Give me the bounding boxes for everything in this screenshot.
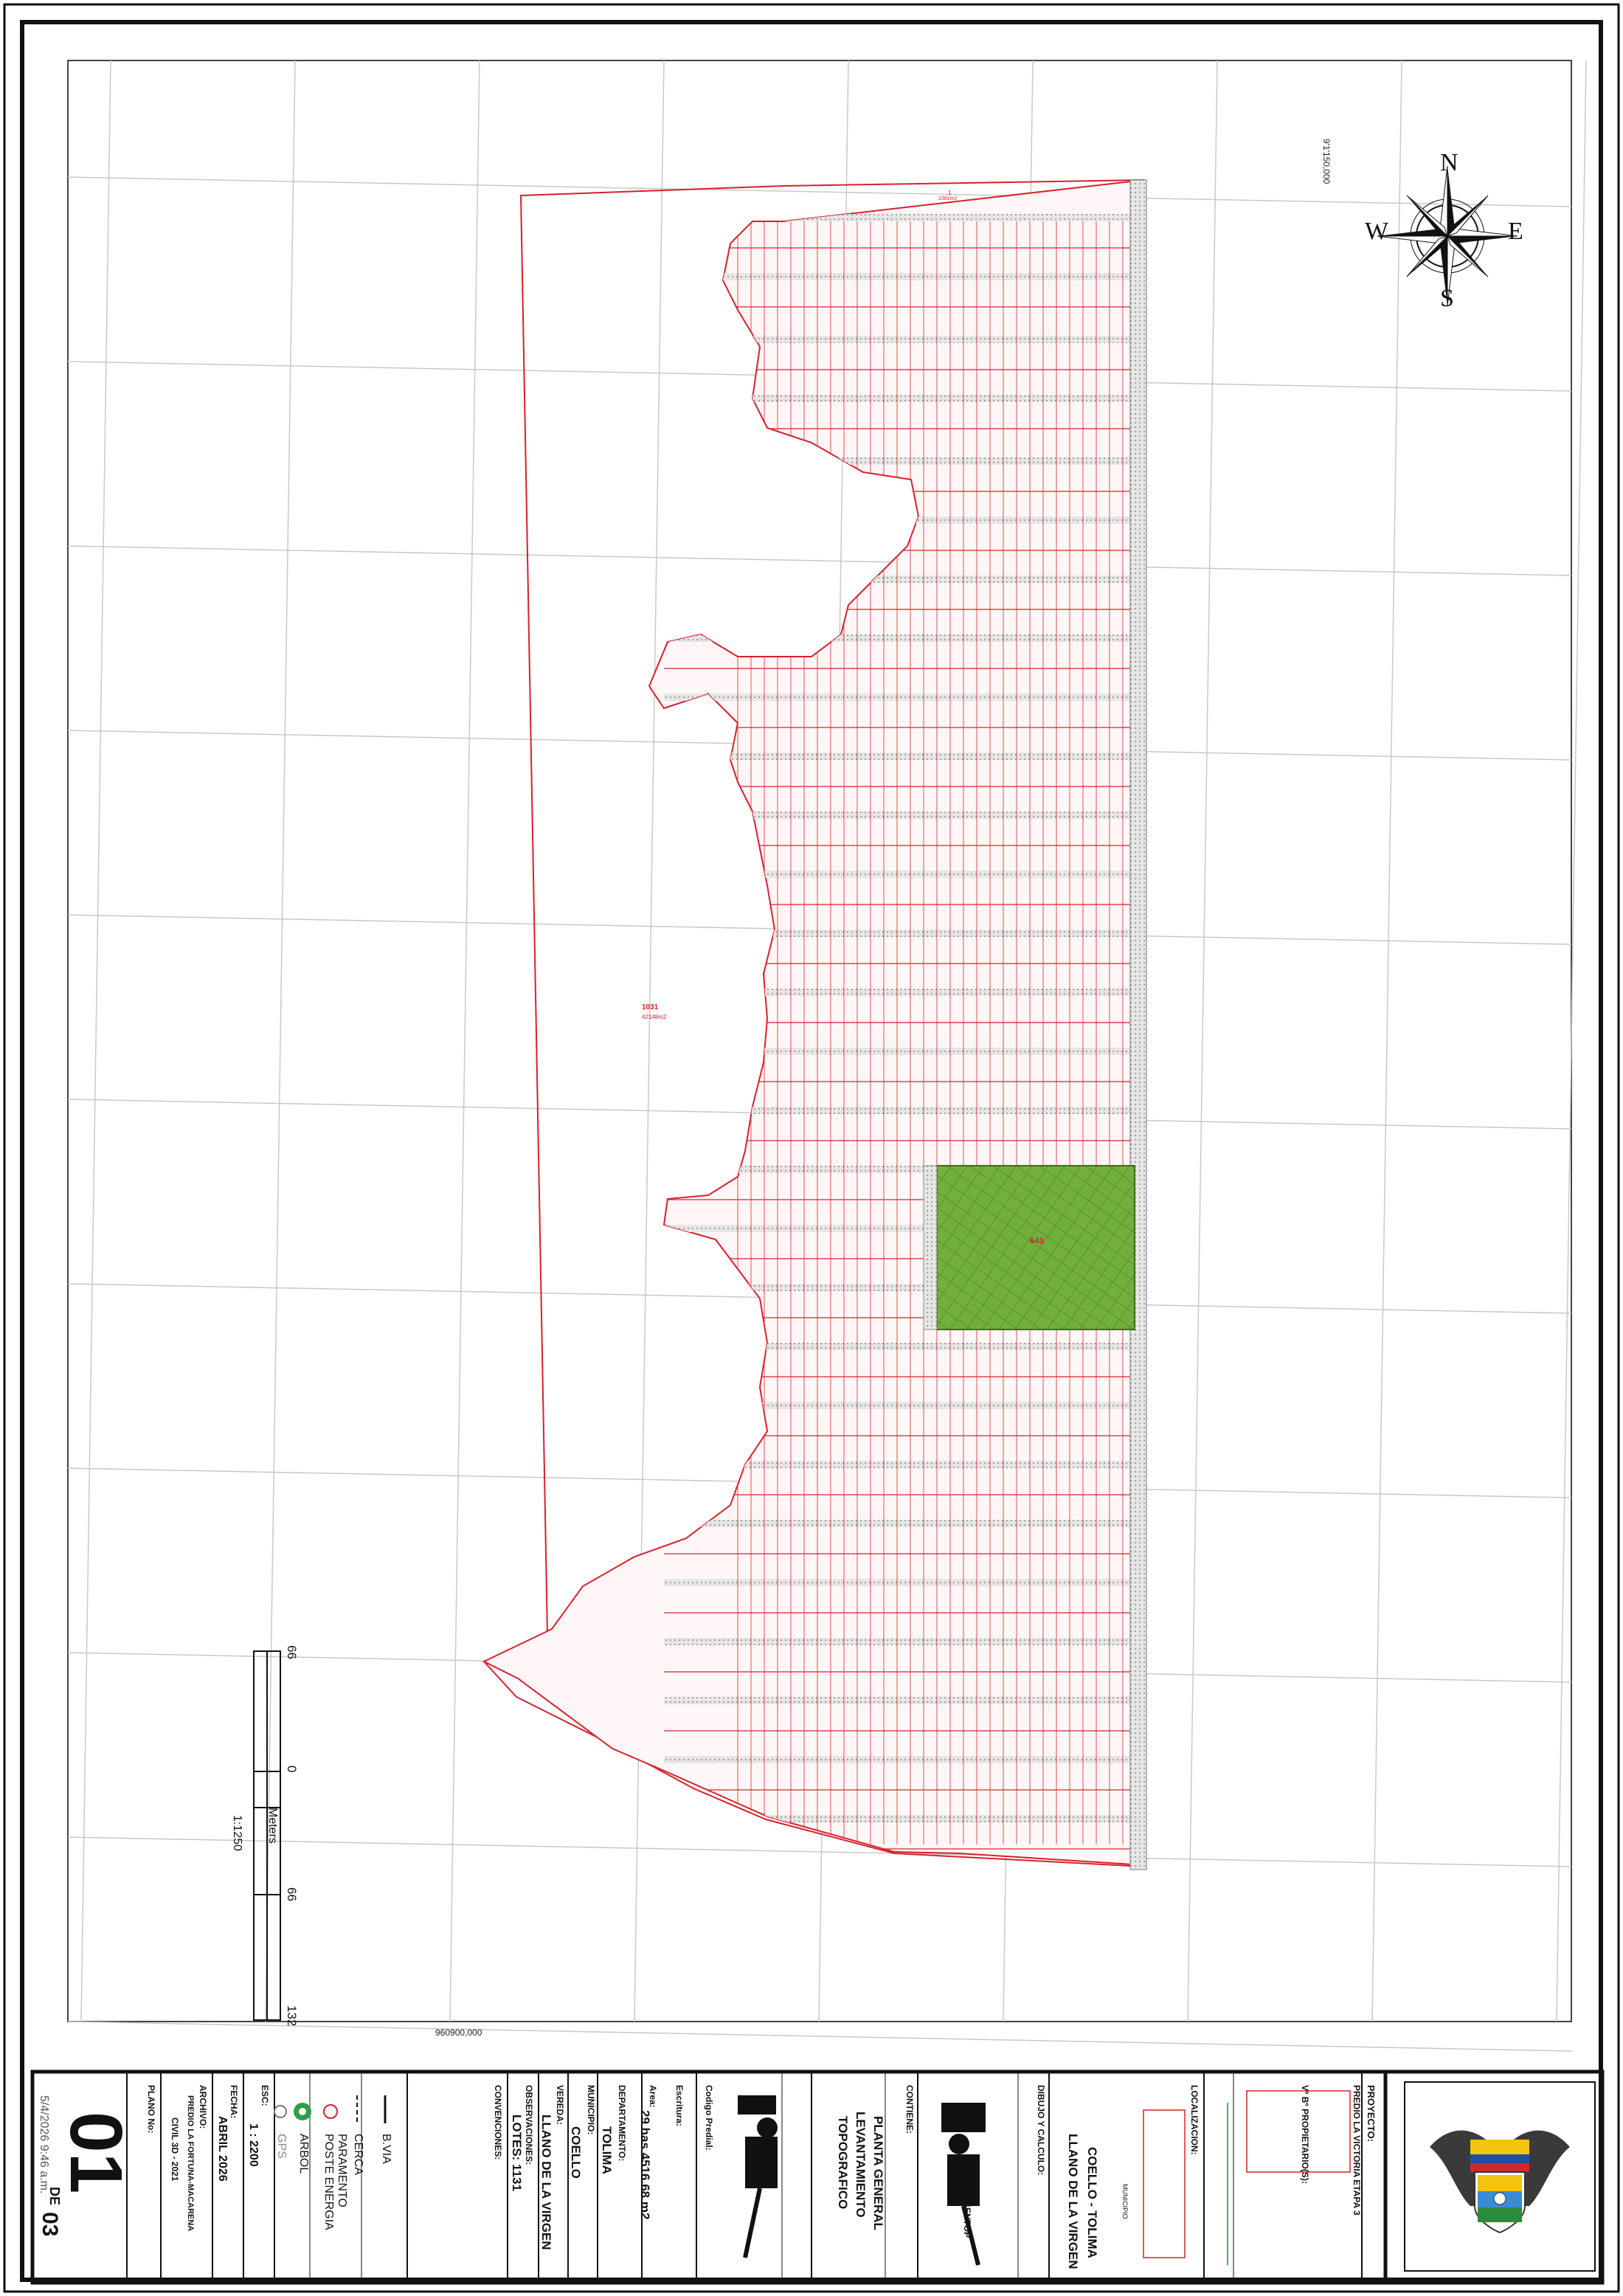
proyecto-label: PROYECTO: bbox=[1366, 2085, 1377, 2143]
legend-symbols bbox=[274, 2095, 387, 2123]
municipio-tag: MUNICIPIO bbox=[1121, 2184, 1129, 2219]
side-road bbox=[1129, 179, 1147, 1870]
top-lot-number: 1 bbox=[948, 190, 952, 196]
codigo-label: Codigo Predial: bbox=[704, 2085, 714, 2151]
large-lot-number: 1031 bbox=[642, 1003, 659, 1012]
observaciones-value: LOTES: 1131 bbox=[510, 2115, 524, 2191]
large-lot-area: 42148m2 bbox=[642, 1014, 667, 1020]
contiene-value-1: PLANTA GENERAL bbox=[871, 2116, 885, 2230]
localizacion-value-1: COELLO - TOLIMA bbox=[1085, 2147, 1099, 2258]
fecha-label: FECHA: bbox=[229, 2085, 239, 2119]
area-label: Area: bbox=[648, 2085, 658, 2108]
escritura-label: Escritura: bbox=[674, 2085, 685, 2127]
legend-poste: POSTE ENERGIA bbox=[322, 2134, 335, 2230]
proyecto-value: PREDIO LA VICTORIA ETAPA 3 bbox=[1352, 2085, 1362, 2216]
compass-south: S bbox=[1440, 285, 1454, 312]
park-road bbox=[923, 1165, 938, 1330]
surveyor-figure-1 bbox=[738, 2095, 778, 2258]
departamento-value: TOLIMA bbox=[600, 2126, 614, 2174]
park-lot bbox=[936, 1165, 1135, 1330]
legend-arbol: ARBOL bbox=[297, 2134, 310, 2174]
dibujo-value: DISENTOP bbox=[962, 2193, 972, 2238]
plano-number: 01 bbox=[55, 2112, 137, 2194]
grid-line-vertical bbox=[449, 60, 480, 2022]
de-value: 03 bbox=[38, 2212, 62, 2237]
legend-cerca: CERCA bbox=[352, 2134, 364, 2176]
contiene-label: CONTIENE: bbox=[904, 2085, 915, 2134]
compass-north: N bbox=[1440, 149, 1458, 176]
municipio-value: COELLO bbox=[569, 2126, 583, 2179]
top-lot-area: 2381m2 bbox=[938, 196, 958, 201]
grid-line-vertical bbox=[80, 60, 111, 2022]
fecha-value: ABRIL 2026 bbox=[216, 2116, 229, 2182]
area-value: 29 has 4516.68 m2 bbox=[638, 2110, 652, 2220]
dibujo-label: DIBUJO Y CALCULO: bbox=[1036, 2085, 1046, 2176]
archivo-value-1: PREDIO LA FORTUNA-MACARENA bbox=[186, 2095, 195, 2232]
scale-tick-2: 66 bbox=[285, 1887, 299, 1901]
scale-unit: Meters bbox=[266, 1808, 279, 1844]
compass-west: W bbox=[1365, 218, 1389, 245]
compass-east: E bbox=[1508, 218, 1523, 245]
archivo-label: ARCHIVO: bbox=[198, 2085, 208, 2129]
grid-line-vertical bbox=[1371, 60, 1402, 2022]
esc-value: 1 : 2200 bbox=[247, 2123, 260, 2167]
emblem-crest bbox=[1430, 2130, 1570, 2234]
propietarios-label: Vº Bº PROPIETARIO(S): bbox=[1300, 2085, 1310, 2184]
street-band bbox=[664, 516, 1130, 524]
grid-line-vertical bbox=[1187, 60, 1218, 2022]
survey-plan-sheet bbox=[3, 3, 1620, 2293]
localizacion-label: LOCALIZACION: bbox=[1189, 2085, 1200, 2155]
east-coordinate: 960900,000 bbox=[435, 2027, 482, 2038]
departamento-label: DEPARTAMENTO: bbox=[617, 2085, 627, 2162]
contiene-value-3: TOPOGRAFICO bbox=[836, 2116, 850, 2210]
scale-tick-0: 66 bbox=[285, 1645, 299, 1659]
scale-ratio: 1:1250 bbox=[231, 1815, 243, 1851]
park-lot-number: 643 bbox=[1030, 1237, 1044, 1245]
legend-paramento: PARAMENTO bbox=[336, 2134, 348, 2207]
street-band bbox=[664, 214, 1130, 221]
esc-label: ESC: bbox=[260, 2085, 270, 2106]
convenciones-label: CONVENCIONES: bbox=[493, 2085, 503, 2160]
timestamp: 5/4/2026 9:46 a.m. bbox=[38, 2095, 50, 2194]
legend-bvia: B.VIA bbox=[380, 2134, 392, 2164]
archivo-value-2: CIVIL 3D - 2021 bbox=[170, 2117, 180, 2182]
vereda-value: LLANO DE LA VIRGEN bbox=[539, 2115, 553, 2250]
observaciones-label: OBSERVACIONES: bbox=[524, 2085, 534, 2165]
scale-tick-3: 132 bbox=[285, 2005, 299, 2027]
surveyor-figure-2 bbox=[941, 2103, 986, 2266]
grid-line-horizontal bbox=[67, 1836, 1572, 1867]
vereda-label: VEREDA: bbox=[555, 2085, 565, 2126]
scale-tick-1: 0 bbox=[285, 1766, 299, 1773]
north-coordinate: 9'1'150,000 bbox=[1321, 139, 1332, 184]
plano-label: PLANO No: bbox=[146, 2085, 156, 2134]
grid-line-horizontal bbox=[67, 545, 1572, 576]
localizacion-value-2: LLANO DE LA VIRGEN bbox=[1066, 2134, 1080, 2269]
municipio-label: MUNICIPIO: bbox=[586, 2085, 596, 2135]
contiene-value-2: LEVANTAMIENTO bbox=[854, 2112, 868, 2218]
legend-gps: GPS bbox=[275, 2134, 288, 2159]
